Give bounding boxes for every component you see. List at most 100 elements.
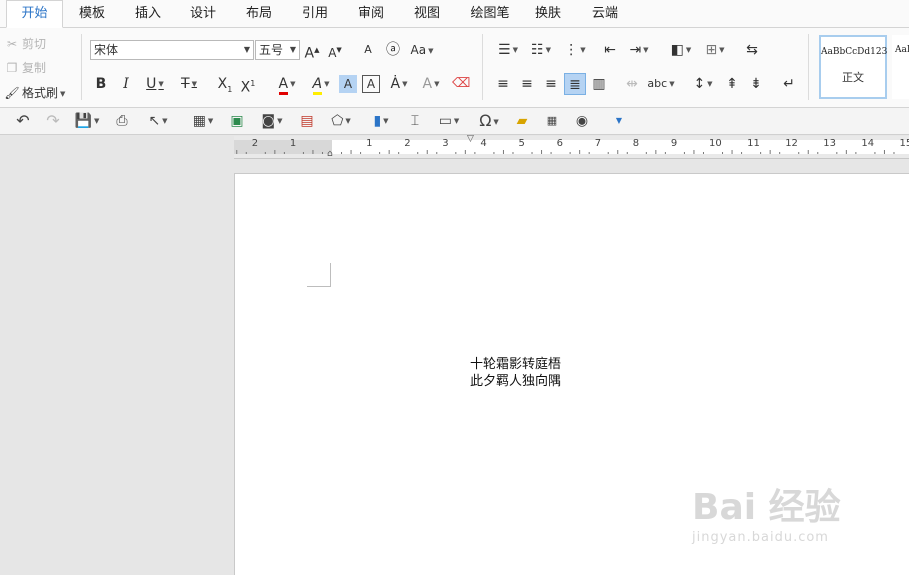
tab-design[interactable]: 设计 — [181, 0, 225, 28]
style-sample-text: AaB — [895, 45, 909, 55]
justify-icon[interactable]: ≣ — [564, 73, 586, 95]
char-border-icon[interactable]: A — [362, 75, 380, 93]
tab-insert[interactable]: 插入 — [126, 0, 170, 28]
increase-indent-icon[interactable]: ⇥ ▼ — [624, 39, 654, 61]
style-normal-card[interactable]: AaBbCcDd123 正文 — [819, 35, 887, 99]
multilevel-list-icon[interactable]: ⋮ ▼ — [560, 39, 590, 61]
shrink-font-icon[interactable]: A▼ — [326, 39, 344, 61]
watermark-url: jingyan.baidu.com — [692, 530, 829, 545]
tab-references[interactable]: 引用 — [293, 0, 337, 28]
tab-template[interactable]: 模板 — [70, 0, 114, 28]
customize-toolbar-icon[interactable]: ▼ — [611, 111, 627, 131]
horizontal-ruler[interactable]: 21123456789101112131415 ⌂ ▽ — [234, 134, 909, 159]
tab-cloud[interactable]: 云端 — [583, 0, 627, 28]
grow-font-icon[interactable]: A▲ — [303, 39, 321, 62]
format-painter-button[interactable]: 🖌 格式刷 ▼ — [4, 84, 65, 102]
ruler-number: 5 — [518, 138, 525, 149]
align-center-icon[interactable]: ≡ — [517, 73, 537, 95]
underline-icon[interactable]: U ▼ — [141, 73, 169, 95]
ruler-number: 8 — [632, 138, 640, 149]
tab-home[interactable]: 开始 — [6, 0, 63, 28]
tab-review[interactable]: 审阅 — [349, 0, 393, 28]
copy-label: 复制 — [22, 61, 47, 75]
numbered-list-icon[interactable]: ☷ ▼ — [526, 39, 556, 61]
clear-format-icon[interactable]: ⌫ — [452, 73, 470, 95]
space-after-icon[interactable]: ⇟ — [746, 73, 766, 95]
ruler-number: 14 — [861, 138, 875, 149]
shading-bucket-icon[interactable]: ◧ ▼ — [666, 39, 696, 61]
ruler-number: 7 — [594, 138, 602, 149]
bold-icon[interactable]: B — [92, 73, 110, 95]
emphasis-mark-icon[interactable]: Ȧ ▼ — [386, 73, 412, 95]
preview-eye-icon[interactable]: ◉ — [572, 111, 592, 131]
style-next-card[interactable]: AaB — [892, 35, 909, 99]
distributed-align-icon[interactable]: ▥ — [589, 73, 609, 95]
textbox-icon[interactable]: ▭ ▼ — [434, 111, 464, 131]
picture-icon[interactable]: ▣ — [227, 111, 247, 131]
highlight-icon[interactable]: A ▼ — [306, 73, 336, 95]
align-right-icon[interactable]: ≡ — [541, 73, 561, 95]
indent-marker-icon[interactable]: ⌂ — [327, 149, 333, 159]
gallery-icon[interactable]: ▤ — [297, 111, 317, 131]
tab-layout[interactable]: 布局 — [237, 0, 281, 28]
ruler-number: 10 — [709, 138, 722, 149]
poem-line[interactable]: 此夕羁人独向隅 — [470, 373, 561, 390]
ruler-number: 9 — [670, 138, 678, 149]
ruler-number: 1 — [289, 138, 297, 149]
chevron-down-icon: ▼ — [289, 45, 296, 54]
enclose-char-icon[interactable]: ⓐ — [383, 39, 403, 61]
shapes-icon[interactable]: ⬠ ▼ — [326, 111, 356, 131]
redo-icon[interactable]: ↷ — [43, 111, 63, 131]
crop-mark — [330, 263, 331, 287]
font-name-select[interactable]: 宋体 ▼ — [90, 40, 254, 60]
borders-icon[interactable]: ⊞ ▼ — [700, 39, 730, 61]
poem-line[interactable]: 十轮霜影转庭梧 — [470, 356, 561, 373]
strikethrough-icon[interactable]: T ▼ — [174, 73, 204, 95]
crop-mark — [307, 286, 331, 287]
note-icon[interactable]: ▰ — [512, 111, 532, 131]
chinese-layout-icon[interactable]: abc ▼ — [646, 73, 676, 95]
subscript-icon[interactable]: X1 — [215, 73, 235, 95]
chevron-down-icon: ▼ — [243, 45, 250, 54]
char-spacing-icon[interactable]: ⇹ — [622, 73, 642, 95]
undo-icon[interactable]: ↶ — [13, 111, 33, 131]
symbol-omega-icon[interactable]: Ω ▼ — [473, 111, 505, 131]
superscript-icon[interactable]: X1 — [238, 73, 258, 96]
watermark-brand: Bai 经验 — [692, 487, 841, 528]
copy-button[interactable]: ❐ 复制 — [4, 59, 46, 77]
font-size-select[interactable]: 五号 ▼ — [255, 40, 300, 60]
textbox-cursor-icon[interactable]: ⌶ — [405, 111, 425, 131]
cut-button[interactable]: ✂ 剪切 — [4, 35, 46, 53]
table-icon[interactable]: ▦ ▼ — [188, 111, 218, 131]
text-effect-icon[interactable]: A ▼ — [418, 73, 444, 95]
text-direction-icon[interactable]: ⇆ — [742, 39, 762, 61]
align-left-icon[interactable]: ≡ — [493, 73, 513, 95]
ruler-number: 3 — [442, 138, 449, 149]
save-icon[interactable]: 💾 ▼ — [73, 111, 101, 131]
document-text[interactable]: 十轮霜影转庭梧 此夕羁人独向隅 — [470, 356, 561, 390]
paragraph-mark-icon[interactable]: ↵ — [779, 73, 799, 95]
menu-tab-bar: 开始 模板 插入 设计 布局 引用 审阅 视图 绘图笔 换肤 云端 — [0, 0, 909, 28]
decrease-indent-icon[interactable]: ⇤ — [600, 39, 620, 61]
print-icon[interactable]: ⎙ — [112, 111, 132, 131]
change-case-icon[interactable]: Aa ▼ — [408, 39, 436, 61]
line-spacing-icon[interactable]: ↕ ▼ — [688, 73, 718, 95]
number-field-icon[interactable]: ▦ — [542, 111, 562, 131]
char-shading-icon[interactable]: A — [339, 75, 357, 93]
font-color-icon[interactable]: A ▼ — [272, 73, 302, 95]
ruler-number: 4 — [480, 138, 487, 149]
tab-view[interactable]: 视图 — [405, 0, 449, 28]
screenshot-icon[interactable]: ◙ ▼ — [257, 111, 287, 131]
ruler-number: 12 — [785, 138, 798, 149]
select-pointer-icon[interactable]: ↖ ▼ — [143, 111, 173, 131]
chart-icon[interactable]: ▮ ▼ — [366, 111, 396, 131]
pinyin-guide-icon[interactable]: A — [358, 39, 378, 61]
ruler-number: 13 — [823, 138, 837, 149]
first-line-indent-icon[interactable]: ▽ — [467, 134, 474, 144]
tab-skin[interactable]: 换肤 — [526, 0, 570, 28]
tab-drawing-pen[interactable]: 绘图笔 — [464, 0, 516, 28]
italic-icon[interactable]: I — [117, 73, 135, 95]
space-before-icon[interactable]: ⇞ — [722, 73, 742, 95]
bullet-list-icon[interactable]: ☰ ▼ — [493, 39, 523, 61]
font-name-value: 宋体 — [94, 43, 119, 57]
